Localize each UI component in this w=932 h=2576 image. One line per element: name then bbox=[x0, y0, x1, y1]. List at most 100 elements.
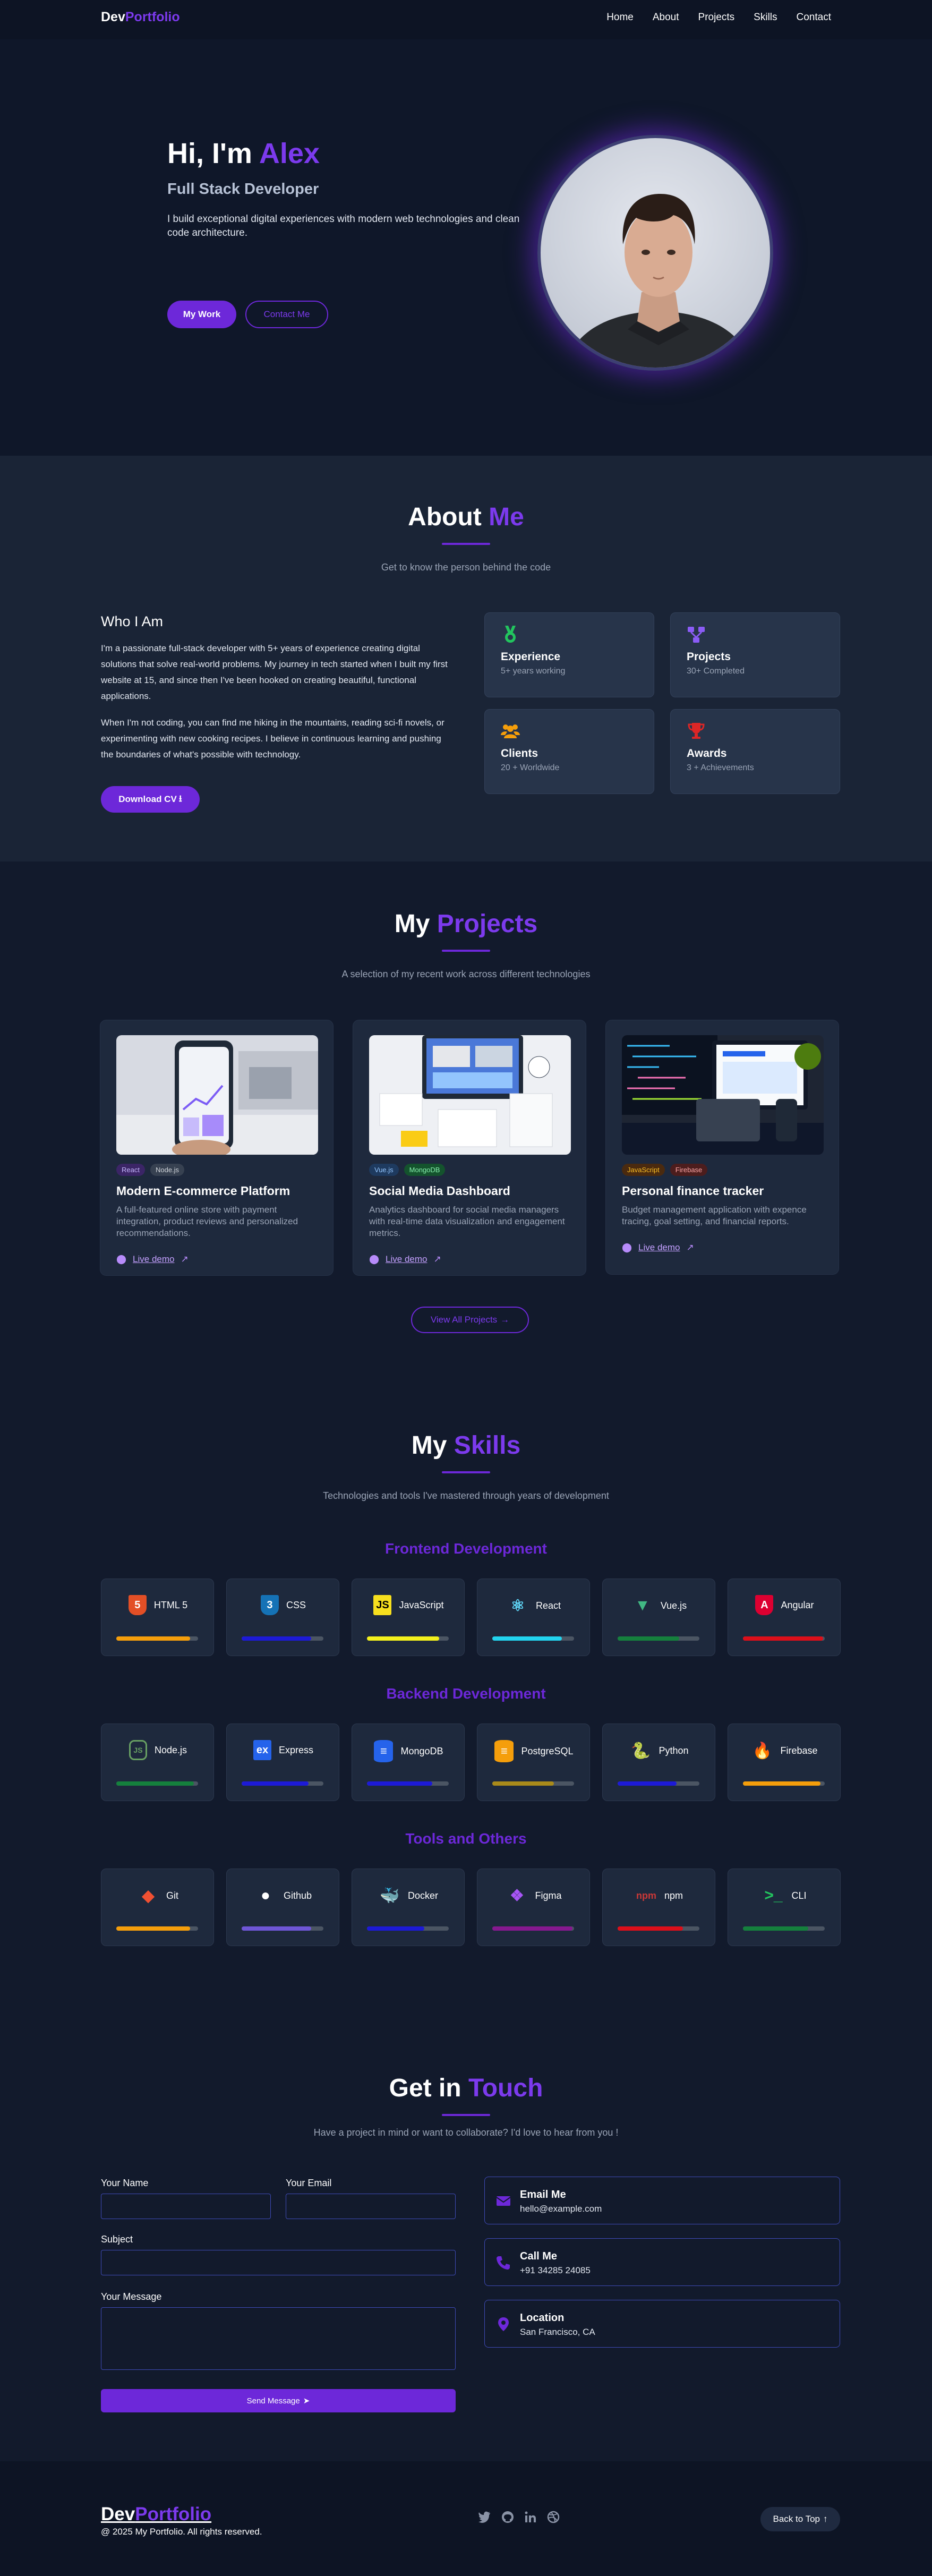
message-textarea[interactable] bbox=[101, 2307, 456, 2370]
nav-link-projects[interactable]: Projects bbox=[698, 12, 735, 23]
figma-icon: ❖ bbox=[510, 1887, 524, 1905]
skill-card: ≡ PostgreSQL bbox=[477, 1724, 590, 1801]
nav-link-home[interactable]: Home bbox=[606, 12, 634, 23]
project-title: Social Media Dashboard bbox=[369, 1184, 510, 1198]
skill-label: Express bbox=[278, 1744, 314, 1755]
live-demo-link[interactable]: Live demo bbox=[133, 1254, 174, 1265]
location-pin-icon bbox=[498, 2317, 509, 2331]
subject-input[interactable] bbox=[101, 2250, 456, 2275]
hero-description: I build exceptional digital experiences … bbox=[167, 214, 520, 238]
skill-label: Firebase bbox=[780, 1745, 818, 1756]
skill-label: CSS bbox=[286, 1599, 306, 1610]
contact-card-phone[interactable]: Call Me +91 34285 24085 bbox=[484, 2238, 840, 2286]
github-icon[interactable]: ⬤ bbox=[116, 1254, 126, 1265]
arrow-up-icon: ↑ bbox=[823, 2514, 828, 2524]
back-to-top-button[interactable]: Back to Top ↑ bbox=[760, 2507, 840, 2531]
html5-icon: 5 bbox=[128, 1595, 147, 1615]
download-cv-button[interactable]: Download CV ⭳ bbox=[101, 786, 200, 813]
skill-card: ≡ MongoDB bbox=[352, 1724, 465, 1801]
trophy-icon bbox=[688, 723, 705, 739]
github-icon[interactable]: ⬤ bbox=[369, 1254, 379, 1265]
dribbble-icon[interactable] bbox=[547, 2511, 560, 2523]
footer-copyright: @ 2025 My Portfolio. All rights reserved… bbox=[101, 2527, 262, 2537]
project-title: Modern E-commerce Platform bbox=[116, 1184, 290, 1198]
contact-title-a: Get in bbox=[389, 2074, 461, 2102]
skill-header: ⚛ React bbox=[477, 1595, 591, 1616]
linkedin-icon[interactable] bbox=[525, 2511, 536, 2523]
skill-progress-fill bbox=[743, 1926, 809, 1931]
skill-group-frontend: Frontend Development bbox=[385, 1540, 547, 1557]
skill-label: React bbox=[535, 1600, 561, 1611]
skill-progress-bar bbox=[618, 1926, 699, 1931]
hero-title: Hi, I'm Alex bbox=[167, 137, 320, 170]
view-all-projects-button[interactable]: View All Projects → bbox=[411, 1307, 529, 1333]
name-input[interactable] bbox=[101, 2194, 271, 2219]
contact-title: Get in Touch bbox=[0, 2074, 932, 2103]
contact-card-location[interactable]: Location San Francisco, CA bbox=[484, 2300, 840, 2348]
skill-progress-bar bbox=[618, 1636, 699, 1641]
skill-progress-fill bbox=[367, 1926, 424, 1931]
contact-title-underline bbox=[442, 2114, 490, 2116]
skill-label: JavaScript bbox=[399, 1599, 444, 1610]
skill-progress-fill bbox=[242, 1926, 311, 1931]
hero-greeting: Hi, I'm bbox=[167, 138, 252, 169]
skill-progress-bar bbox=[367, 1781, 449, 1786]
logo-text-dev: Dev bbox=[101, 10, 125, 24]
project-links: ⬤ Live demo ↗ bbox=[369, 1254, 441, 1265]
skill-label: Git bbox=[166, 1890, 178, 1901]
skill-label: Vue.js bbox=[660, 1600, 687, 1611]
nav-link-contact[interactable]: Contact bbox=[797, 12, 831, 23]
stat-sub: 5+ years working bbox=[501, 667, 566, 676]
medal-icon bbox=[505, 626, 516, 643]
project-diagram-icon bbox=[688, 627, 705, 643]
github-icon[interactable]: ⬤ bbox=[622, 1242, 632, 1253]
skill-group-tools: Tools and Others bbox=[405, 1830, 527, 1847]
project-image-finance bbox=[622, 1035, 824, 1155]
contact-me-button[interactable]: Contact Me bbox=[245, 301, 328, 328]
download-icon: ⭳ bbox=[178, 793, 182, 804]
skill-progress-bar bbox=[492, 1926, 574, 1931]
skill-card: JS Node.js bbox=[101, 1724, 214, 1801]
my-work-button[interactable]: My Work bbox=[167, 301, 236, 328]
stat-sub: 3 + Achievements bbox=[687, 763, 754, 772]
live-demo-link[interactable]: Live demo bbox=[638, 1242, 680, 1253]
message-label: Your Message bbox=[101, 2291, 162, 2302]
send-message-button[interactable]: Send Message ➤ bbox=[101, 2389, 456, 2412]
skill-header: JS JavaScript bbox=[352, 1595, 465, 1615]
paper-plane-icon: ➤ bbox=[303, 2396, 310, 2406]
nav-link-skills[interactable]: Skills bbox=[754, 12, 777, 23]
nav-link-about[interactable]: About bbox=[653, 12, 679, 23]
skill-label: CLI bbox=[791, 1890, 807, 1901]
skills-title-underline bbox=[442, 1471, 490, 1473]
project-card: Vue.js MongoDB Social Media Dashboard An… bbox=[353, 1020, 586, 1276]
view-all-label: View All Projects bbox=[430, 1315, 498, 1325]
skill-header: ≡ MongoDB bbox=[352, 1740, 465, 1762]
about-paragraph-1: I'm a passionate full-stack developer wi… bbox=[101, 643, 448, 701]
skill-label: Python bbox=[659, 1745, 689, 1756]
skill-card: JS JavaScript bbox=[352, 1579, 465, 1656]
contact-card-email[interactable]: Email Me hello@example.com bbox=[484, 2177, 840, 2224]
live-demo-link[interactable]: Live demo bbox=[386, 1254, 427, 1265]
skill-label: PostgreSQL bbox=[521, 1745, 574, 1756]
stat-card-awards: Awards 3 + Achievements bbox=[670, 709, 840, 794]
skill-progress-fill bbox=[743, 1636, 823, 1641]
email-input[interactable] bbox=[286, 2194, 456, 2219]
skill-progress-bar bbox=[116, 1781, 198, 1786]
skill-progress-bar bbox=[367, 1636, 449, 1641]
skill-card: npm npm bbox=[602, 1869, 715, 1946]
twitter-icon[interactable] bbox=[478, 2511, 491, 2523]
logo[interactable]: DevPortfolio bbox=[101, 10, 180, 25]
skill-progress-bar bbox=[116, 1926, 198, 1931]
footer-logo[interactable]: DevPortfolio bbox=[101, 2504, 211, 2525]
skill-progress-fill bbox=[618, 1636, 679, 1641]
skill-progress-fill bbox=[367, 1781, 433, 1786]
about-subtitle: Get to know the person behind the code bbox=[381, 562, 551, 573]
hero-name: Alex bbox=[259, 138, 320, 169]
github-icon[interactable] bbox=[501, 2511, 514, 2523]
about-title-underline bbox=[442, 543, 490, 545]
hero-section bbox=[0, 39, 932, 456]
stat-sub: 20 + Worldwide bbox=[501, 763, 560, 772]
skill-label: npm bbox=[664, 1890, 683, 1901]
stat-card-projects: Projects 30+ Completed bbox=[670, 612, 840, 697]
express-icon: ex bbox=[253, 1740, 271, 1760]
